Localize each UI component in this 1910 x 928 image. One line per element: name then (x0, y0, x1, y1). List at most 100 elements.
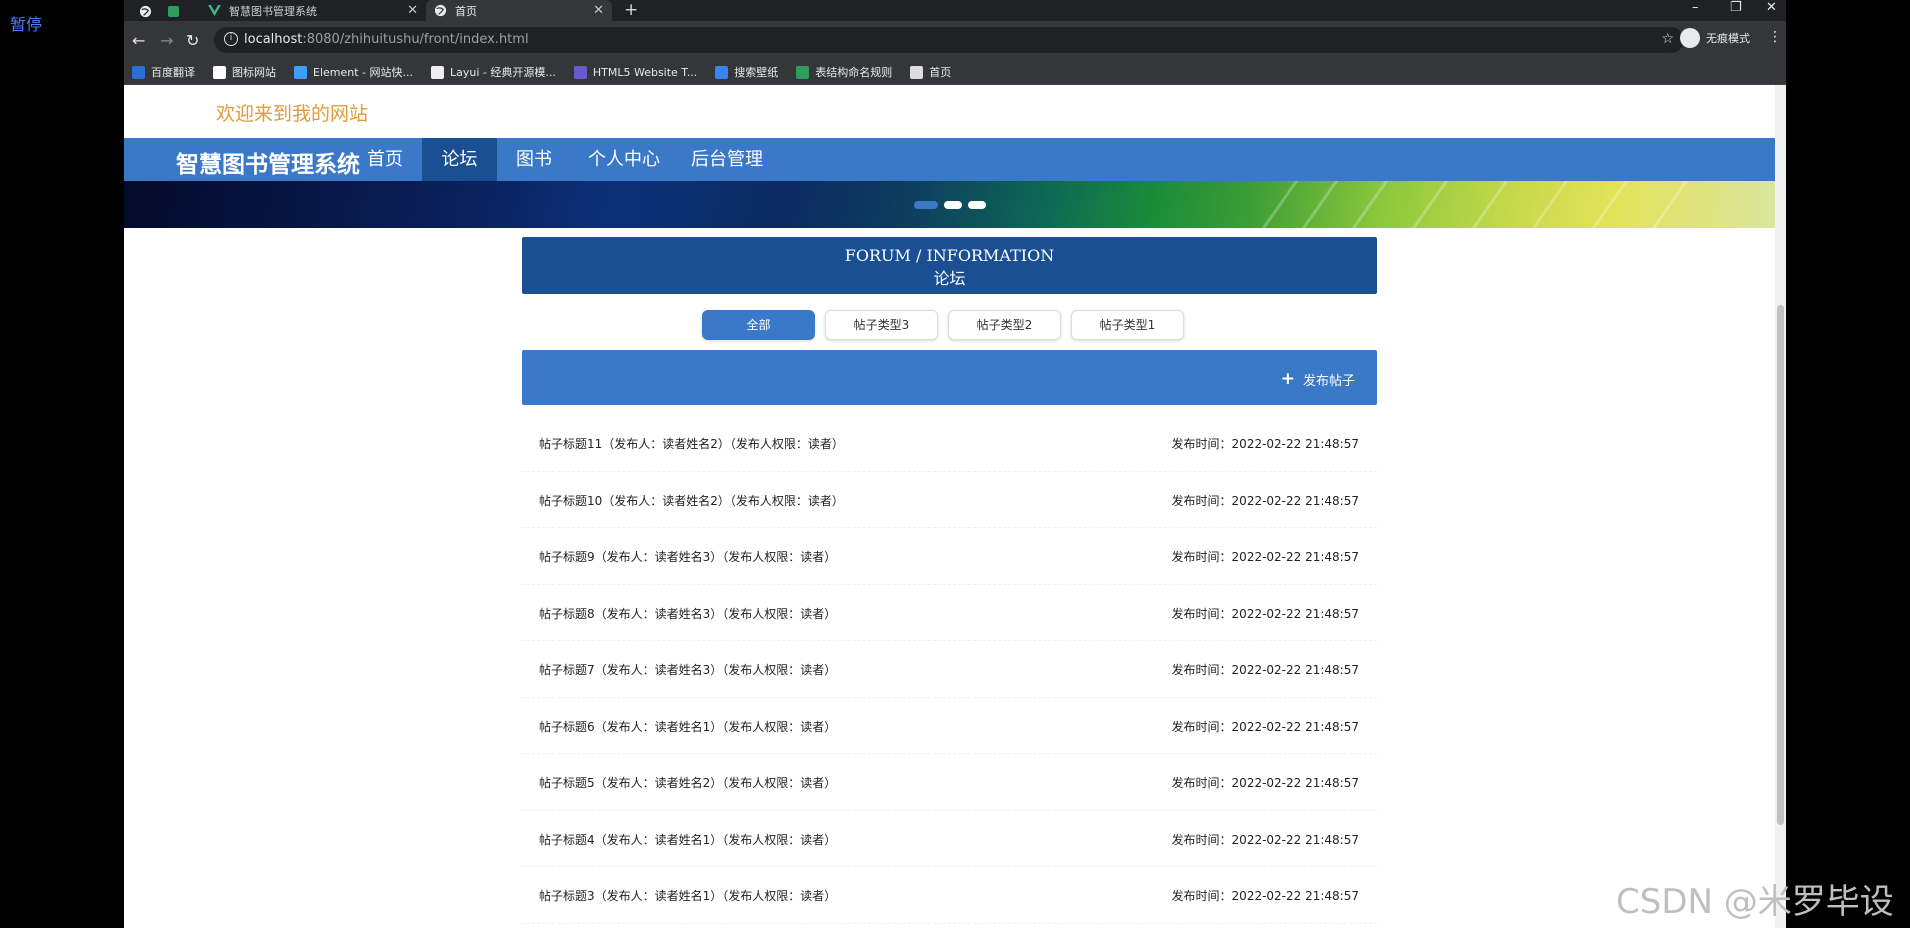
main-nav: 智慧图书管理系统 首页 论坛 图书 个人中心 后台管理 (124, 138, 1777, 181)
category-filters: 全部 帖子类型3 帖子类型2 帖子类型1 (702, 310, 1184, 340)
address-bar[interactable]: i localhost:8080/zhihuitushu/front/index… (214, 27, 1684, 53)
bookmark-item[interactable]: Layui - 经典开源模... (431, 64, 556, 80)
publish-post-button[interactable]: + 发布帖子 (1281, 369, 1355, 389)
bookmark-favicon-icon (796, 65, 810, 79)
post-time: 发布时间：2022-02-22 21:48:57 (1171, 832, 1359, 847)
bookmark-favicon-icon (213, 65, 226, 79)
site-brand[interactable]: 智慧图书管理系统 (176, 145, 360, 179)
carousel-dot[interactable] (968, 201, 986, 209)
forum-header-zh: 论坛 (933, 269, 966, 288)
post-row[interactable]: 帖子标题5（发布人：读者姓名2）（发布人权限：读者） 发布时间：2022-02-2… (522, 754, 1377, 811)
post-list: 帖子标题11（发布人：读者姓名2）（发布人权限：读者） 发布时间：2022-02-… (522, 415, 1377, 924)
post-title[interactable]: 帖子标题6（发布人：读者姓名1）（发布人权限：读者） (539, 718, 836, 735)
post-row[interactable]: 帖子标题10（发布人：读者姓名2）（发布人权限：读者） 发布时间：2022-02-… (522, 472, 1377, 528)
post-title[interactable]: 帖子标题4（发布人：读者姓名1）（发布人权限：读者） (539, 831, 836, 848)
filter-all[interactable]: 全部 (702, 310, 815, 340)
carousel-dot[interactable] (914, 201, 938, 209)
nav-forum[interactable]: 论坛 (422, 138, 497, 181)
tab-strip: 智慧图书管理系统 ✕ 首页 ✕ + – ❐ ✕ (124, 0, 1786, 21)
post-title[interactable]: 帖子标题10（发布人：读者姓名2）（发布人权限：读者） (539, 492, 844, 509)
globe-icon (434, 4, 447, 17)
bookmark-favicon-icon (715, 65, 729, 79)
post-title[interactable]: 帖子标题8（发布人：读者姓名3）（发布人权限：读者） (539, 605, 836, 622)
post-time: 发布时间：2022-02-22 21:48:57 (1171, 606, 1359, 621)
post-title[interactable]: 帖子标题5（发布人：读者姓名2）（发布人权限：读者） (539, 774, 836, 791)
filter-type1[interactable]: 帖子类型1 (1071, 310, 1184, 340)
bookmark-item[interactable]: 百度翻译 (132, 64, 195, 80)
carousel-indicators (914, 201, 986, 209)
bookmark-item[interactable]: 搜索壁纸 (715, 64, 778, 80)
bookmark-label: HTML5 Website T... (592, 65, 698, 79)
restore-button[interactable]: ❐ (1730, 0, 1742, 15)
bookmarks-bar: 百度翻译 图标网站 Element - 网站快... Layui - 经典开源模...… (124, 60, 1786, 85)
close-tab-icon[interactable]: ✕ (593, 3, 604, 18)
close-window-button[interactable]: ✕ (1766, 0, 1777, 15)
bookmark-item[interactable]: 首页 (910, 64, 951, 80)
url-text[interactable]: localhost:8080/zhihuitushu/front/index.h… (244, 32, 529, 47)
welcome-text: 欢迎来到我的网站 (216, 103, 369, 125)
post-title[interactable]: 帖子标题7（发布人：读者姓名3）（发布人权限：读者） (539, 661, 836, 678)
tab-admin[interactable]: 智慧图书管理系统 ✕ (200, 0, 426, 21)
plus-icon: + (1280, 369, 1295, 389)
browser-toolbar: ← → ↻ i localhost:8080/zhihuitushu/front… (124, 21, 1786, 60)
new-tab-button[interactable]: + (624, 0, 638, 20)
post-time: 发布时间：2022-02-22 21:48:57 (1171, 719, 1359, 734)
post-time: 发布时间：2022-02-22 21:48:57 (1171, 776, 1359, 790)
bookmark-label: 百度翻译 (151, 66, 195, 79)
post-row[interactable]: 帖子标题6（发布人：读者姓名1）（发布人权限：读者） 发布时间：2022-02-2… (522, 698, 1377, 754)
post-title[interactable]: 帖子标题9（发布人：读者姓名3）（发布人权限：读者） (539, 548, 836, 565)
post-time: 发布时间：2022-02-22 21:48:57 (1171, 437, 1359, 451)
info-icon[interactable]: i (224, 32, 238, 46)
bookmark-item[interactable]: Element - 网站快... (294, 64, 413, 80)
forward-icon[interactable]: → (160, 31, 173, 50)
post-row[interactable]: 帖子标题11（发布人：读者姓名2）（发布人权限：读者） 发布时间：2022-02-… (522, 415, 1377, 472)
nav-admin[interactable]: 后台管理 (677, 138, 777, 181)
browser-window: 智慧图书管理系统 ✕ 首页 ✕ + – ❐ ✕ ← → ↻ i localhos… (124, 0, 1786, 928)
bookmark-favicon-icon (294, 65, 307, 79)
nav-personal-center[interactable]: 个人中心 (571, 138, 677, 181)
post-action-bar: + 发布帖子 (522, 350, 1377, 405)
vue-icon (208, 4, 221, 17)
nav-home[interactable]: 首页 (348, 138, 422, 181)
bookmark-label: 搜索壁纸 (734, 66, 779, 79)
bookmark-label: 图标网站 (232, 66, 276, 79)
pause-label: 暂停 (10, 15, 43, 34)
post-row[interactable]: 帖子标题4（发布人：读者姓名1）（发布人权限：读者） 发布时间：2022-02-2… (522, 811, 1377, 867)
bookmark-favicon-icon (132, 65, 145, 79)
menu-icon[interactable]: ⋮ (1768, 29, 1782, 45)
back-icon[interactable]: ← (132, 31, 145, 50)
bookmark-favicon-icon (573, 65, 587, 79)
post-row[interactable]: 帖子标题7（发布人：读者姓名3）（发布人权限：读者） 发布时间：2022-02-2… (522, 641, 1377, 698)
post-title[interactable]: 帖子标题11（发布人：读者姓名2）（发布人权限：读者） (539, 435, 844, 452)
minimize-button[interactable]: – (1692, 0, 1699, 15)
filter-type2[interactable]: 帖子类型2 (948, 310, 1061, 340)
globe-icon[interactable] (136, 2, 154, 20)
forum-header: FORUM / INFORMATION 论坛 (522, 237, 1377, 294)
post-time: 发布时间：2022-02-22 21:48:57 (1171, 493, 1359, 508)
carousel-dot[interactable] (944, 201, 962, 209)
bookmark-label: Element - 网站快... (313, 66, 413, 79)
post-row[interactable]: 帖子标题3（发布人：读者姓名1）（发布人权限：读者） 发布时间：2022-02-2… (522, 867, 1377, 924)
post-row[interactable]: 帖子标题9（发布人：读者姓名3）（发布人权限：读者） 发布时间：2022-02-2… (522, 528, 1377, 585)
tab-home[interactable]: 首页 ✕ (426, 0, 612, 21)
bookmark-item[interactable]: 图标网站 (213, 64, 276, 80)
post-title[interactable]: 帖子标题3（发布人：读者姓名1）（发布人权限：读者） (539, 887, 836, 904)
bookmark-item[interactable]: HTML5 Website T... (573, 65, 698, 79)
bookmark-star-icon[interactable]: ☆ (1661, 31, 1674, 47)
bookmark-favicon-icon (910, 65, 924, 79)
bookmark-favicon-icon (431, 65, 444, 79)
carousel-banner[interactable] (124, 181, 1777, 228)
scrollbar[interactable] (1775, 85, 1786, 928)
pinned-tab-icon[interactable] (164, 2, 182, 20)
scrollbar-thumb[interactable] (1777, 305, 1784, 825)
close-tab-icon[interactable]: ✕ (407, 3, 418, 18)
post-time: 发布时间：2022-02-22 21:48:57 (1171, 550, 1359, 564)
post-row[interactable]: 帖子标题8（发布人：读者姓名3）（发布人权限：读者） 发布时间：2022-02-2… (522, 585, 1377, 641)
filter-type3[interactable]: 帖子类型3 (825, 310, 938, 340)
post-time: 发布时间：2022-02-22 21:48:57 (1171, 663, 1359, 677)
nav-books[interactable]: 图书 (497, 138, 571, 181)
bookmark-item[interactable]: 表结构命名规则 (796, 64, 892, 80)
reload-icon[interactable]: ↻ (186, 31, 199, 50)
incognito-indicator[interactable]: 无痕模式 (1680, 28, 1750, 48)
post-time: 发布时间：2022-02-22 21:48:57 (1171, 889, 1359, 903)
